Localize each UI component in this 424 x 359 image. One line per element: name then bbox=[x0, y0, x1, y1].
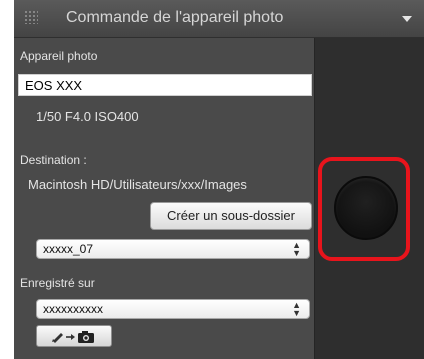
triangle-down-icon[interactable] bbox=[402, 16, 412, 22]
save-to-select-value: xxxxxxxxxx bbox=[43, 302, 103, 316]
panel-titlebar[interactable]: Commande de l'appareil photo bbox=[14, 0, 424, 38]
folder-select[interactable]: xxxxx_07 ▲ ▼ bbox=[36, 239, 310, 259]
destination-label: Destination : bbox=[20, 153, 87, 167]
transfer-to-camera-button[interactable] bbox=[36, 325, 112, 347]
destination-path: Macintosh HD/Utilisateurs/xxx/Images bbox=[28, 177, 247, 192]
shutter-release-icon[interactable] bbox=[334, 176, 398, 240]
pencil-arrow-camera-icon bbox=[52, 331, 94, 343]
camera-model-field: EOS XXX bbox=[18, 74, 312, 96]
select-arrows-icon: ▲ ▼ bbox=[292, 240, 301, 258]
grip-icon[interactable] bbox=[24, 10, 38, 24]
camera-settings-readout: 1/50 F4.0 ISO400 bbox=[36, 109, 139, 124]
create-subfolder-button[interactable]: Créer un sous-dossier bbox=[150, 202, 312, 230]
save-to-select[interactable]: xxxxxxxxxx ▲ ▼ bbox=[36, 299, 310, 319]
folder-select-value: xxxxx_07 bbox=[43, 242, 94, 256]
panel-title: Commande de l'appareil photo bbox=[66, 9, 284, 26]
camera-label: Appareil photo bbox=[20, 49, 98, 63]
save-to-label: Enregistré sur bbox=[20, 276, 95, 290]
select-arrows-icon: ▲ ▼ bbox=[292, 300, 301, 318]
